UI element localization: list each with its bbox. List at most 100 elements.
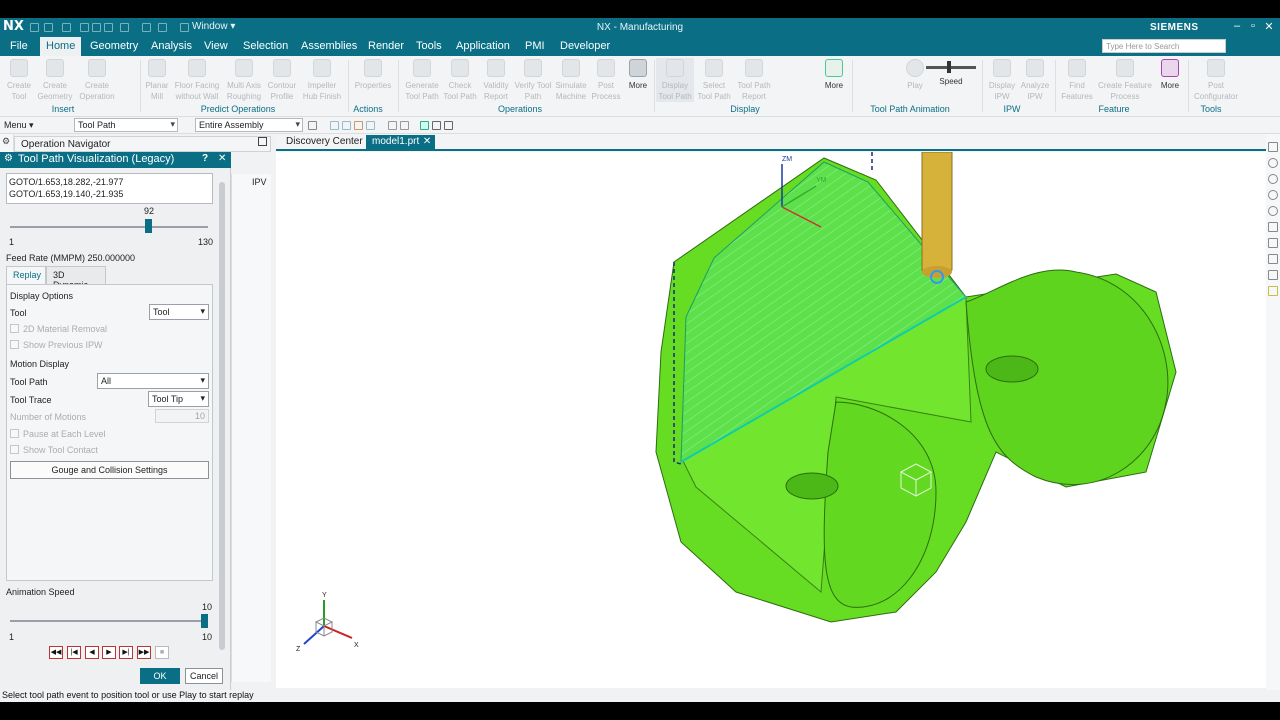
grid-icon[interactable] (432, 121, 441, 130)
simulate-machine-button[interactable]: Simulate Machine (552, 58, 590, 102)
fit-view-icon[interactable] (1268, 142, 1278, 152)
planar-mill-button[interactable]: Planar Mill (142, 58, 172, 102)
edit-icon[interactable] (1268, 286, 1278, 296)
cancel-button[interactable]: Cancel (185, 668, 223, 684)
fast-forward-button[interactable]: ▶▶ (137, 646, 151, 659)
maximize-panel-icon[interactable] (258, 137, 267, 146)
analyze-ipw-button[interactable]: Analyze IPW (1018, 58, 1052, 102)
menu-selection[interactable]: Selection (243, 40, 288, 52)
play-view-icon[interactable] (1268, 206, 1278, 216)
group-operations[interactable]: Operations (490, 104, 550, 114)
create-feature-process-button[interactable]: Create Feature Process (1096, 58, 1154, 102)
snap-toggle-icon[interactable] (444, 121, 453, 130)
close-dialog-icon[interactable]: ✕ (218, 153, 226, 164)
filter-icon[interactable] (308, 121, 317, 130)
step-back-button[interactable]: |◀ (67, 646, 81, 659)
view-orient-icon[interactable] (1268, 158, 1278, 168)
snap-quadrant-icon[interactable] (388, 121, 397, 130)
layer-icon[interactable] (1268, 238, 1278, 248)
dialog-scrollbar[interactable] (219, 182, 225, 650)
rewind-to-start-button[interactable]: ◀◀ (49, 646, 63, 659)
tab-model1[interactable]: model1.prt ✕ (366, 135, 436, 151)
tab-replay[interactable]: Replay (6, 266, 46, 284)
motion-slider-track[interactable] (10, 226, 208, 228)
find-features-button[interactable]: Find Features (1058, 58, 1096, 102)
help-icon[interactable]: ? (202, 153, 208, 164)
create-operation-button[interactable]: Create Operation (78, 58, 116, 102)
group-insert[interactable]: Insert (40, 104, 86, 114)
floor-facing-button[interactable]: Floor Facing without Wall (172, 58, 222, 102)
tab-discovery-center[interactable]: Discovery Center (280, 135, 369, 151)
create-tool-button[interactable]: Create Tool (4, 58, 34, 102)
play-button[interactable]: Play (900, 58, 930, 91)
material-removal-checkbox[interactable] (10, 324, 19, 333)
speed-slider[interactable] (926, 66, 976, 69)
goto-line[interactable]: GOTO/1.653,19.140,-21.935 (9, 188, 210, 200)
more-display-button[interactable]: More (820, 58, 848, 91)
section-icon[interactable] (1268, 254, 1278, 264)
more-operations-button[interactable]: More (624, 58, 652, 91)
number-of-motions-input[interactable]: 10 (155, 409, 209, 423)
menu-render[interactable]: Render (368, 40, 404, 52)
verify-tool-path-button[interactable]: Verify Tool Path (514, 58, 552, 102)
menu-geometry[interactable]: Geometry (90, 40, 138, 52)
snap-mid-icon[interactable] (354, 121, 363, 130)
stop-button[interactable]: ■ (155, 646, 169, 659)
group-display[interactable]: Display (720, 104, 770, 114)
menu-application[interactable]: Application (456, 40, 510, 52)
operation-navigator-header[interactable]: Operation Navigator (14, 136, 271, 152)
tool-select[interactable]: Tool (149, 304, 209, 320)
goto-line[interactable]: GOTO/1.653,18.282,-21.977 (9, 176, 210, 188)
tool-path-report-button[interactable]: Tool Path Report (734, 58, 774, 102)
more-feature-button[interactable]: More (1156, 58, 1184, 91)
display-ipw-button[interactable]: Display IPW (986, 58, 1018, 102)
menu-button[interactable]: Menu ▾ (4, 120, 34, 131)
snap-end-icon[interactable] (342, 121, 351, 130)
check-tool-path-button[interactable]: Check Tool Path (442, 58, 478, 102)
select-tool-path-button[interactable]: Select Tool Path (696, 58, 732, 102)
pause-each-level-checkbox[interactable] (10, 429, 19, 438)
graphics-viewport[interactable]: ZM YM Y X Z (276, 151, 1266, 688)
restore-icon[interactable]: ▫ (1246, 20, 1260, 32)
animation-speed-track[interactable] (10, 620, 208, 622)
menu-tools[interactable]: Tools (416, 40, 442, 52)
post-process-button[interactable]: Post Process (590, 58, 622, 102)
play-forward-button[interactable]: ▶ (102, 646, 116, 659)
previous-ipw-checkbox[interactable] (10, 340, 19, 349)
group-predict-operations[interactable]: Predict Operations (190, 104, 286, 114)
snap-intersect-icon[interactable] (400, 121, 409, 130)
menu-file[interactable]: File (10, 40, 28, 52)
menu-developer[interactable]: Developer (560, 40, 610, 52)
multi-axis-roughing-button[interactable]: Multi Axis Roughing (224, 58, 264, 102)
create-geometry-button[interactable]: Create Geometry (36, 58, 74, 102)
render-style-icon[interactable] (1268, 190, 1278, 200)
animation-speed-thumb[interactable] (201, 614, 208, 628)
measure-icon[interactable] (1268, 270, 1278, 280)
group-ipw[interactable]: IPW (998, 104, 1026, 114)
generate-tool-path-button[interactable]: Generate Tool Path (402, 58, 442, 102)
snap-center-icon[interactable] (366, 121, 375, 130)
validity-report-button[interactable]: Validity Report (478, 58, 514, 102)
close-icon[interactable]: ✕ (1262, 20, 1276, 33)
tool-path-select[interactable]: All (97, 373, 209, 389)
search-icon[interactable]: ⌕ (1214, 39, 1228, 50)
search-input[interactable]: Type Here to Search (1102, 39, 1226, 53)
scope-select[interactable]: Entire Assembly (195, 118, 303, 132)
post-configurator-button[interactable]: Post Configurator (1190, 58, 1242, 102)
motion-slider-thumb[interactable] (145, 219, 153, 233)
group-tool-path-animation[interactable]: Tool Path Animation (860, 104, 960, 114)
tool-trace-select[interactable]: Tool Tip (148, 391, 209, 407)
group-feature[interactable]: Feature (1092, 104, 1136, 114)
menu-pmi[interactable]: PMI (525, 40, 545, 52)
play-backward-button[interactable]: ◀ (85, 646, 99, 659)
menu-analysis[interactable]: Analysis (151, 40, 192, 52)
close-tab-icon[interactable]: ✕ (423, 136, 431, 147)
menu-view[interactable]: View (204, 40, 228, 52)
ok-button[interactable]: OK (140, 668, 180, 684)
settings-icon[interactable]: ⚙ (2, 136, 10, 147)
group-actions[interactable]: Actions (348, 104, 388, 114)
goto-listing[interactable]: GOTO/1.653,18.282,-21.977 GOTO/1.653,19.… (6, 173, 213, 204)
show-hide-icon[interactable] (1268, 174, 1278, 184)
gouge-collision-settings-button[interactable]: Gouge and Collision Settings (10, 461, 209, 479)
display-tool-path-button[interactable]: Display Tool Path (656, 58, 694, 102)
